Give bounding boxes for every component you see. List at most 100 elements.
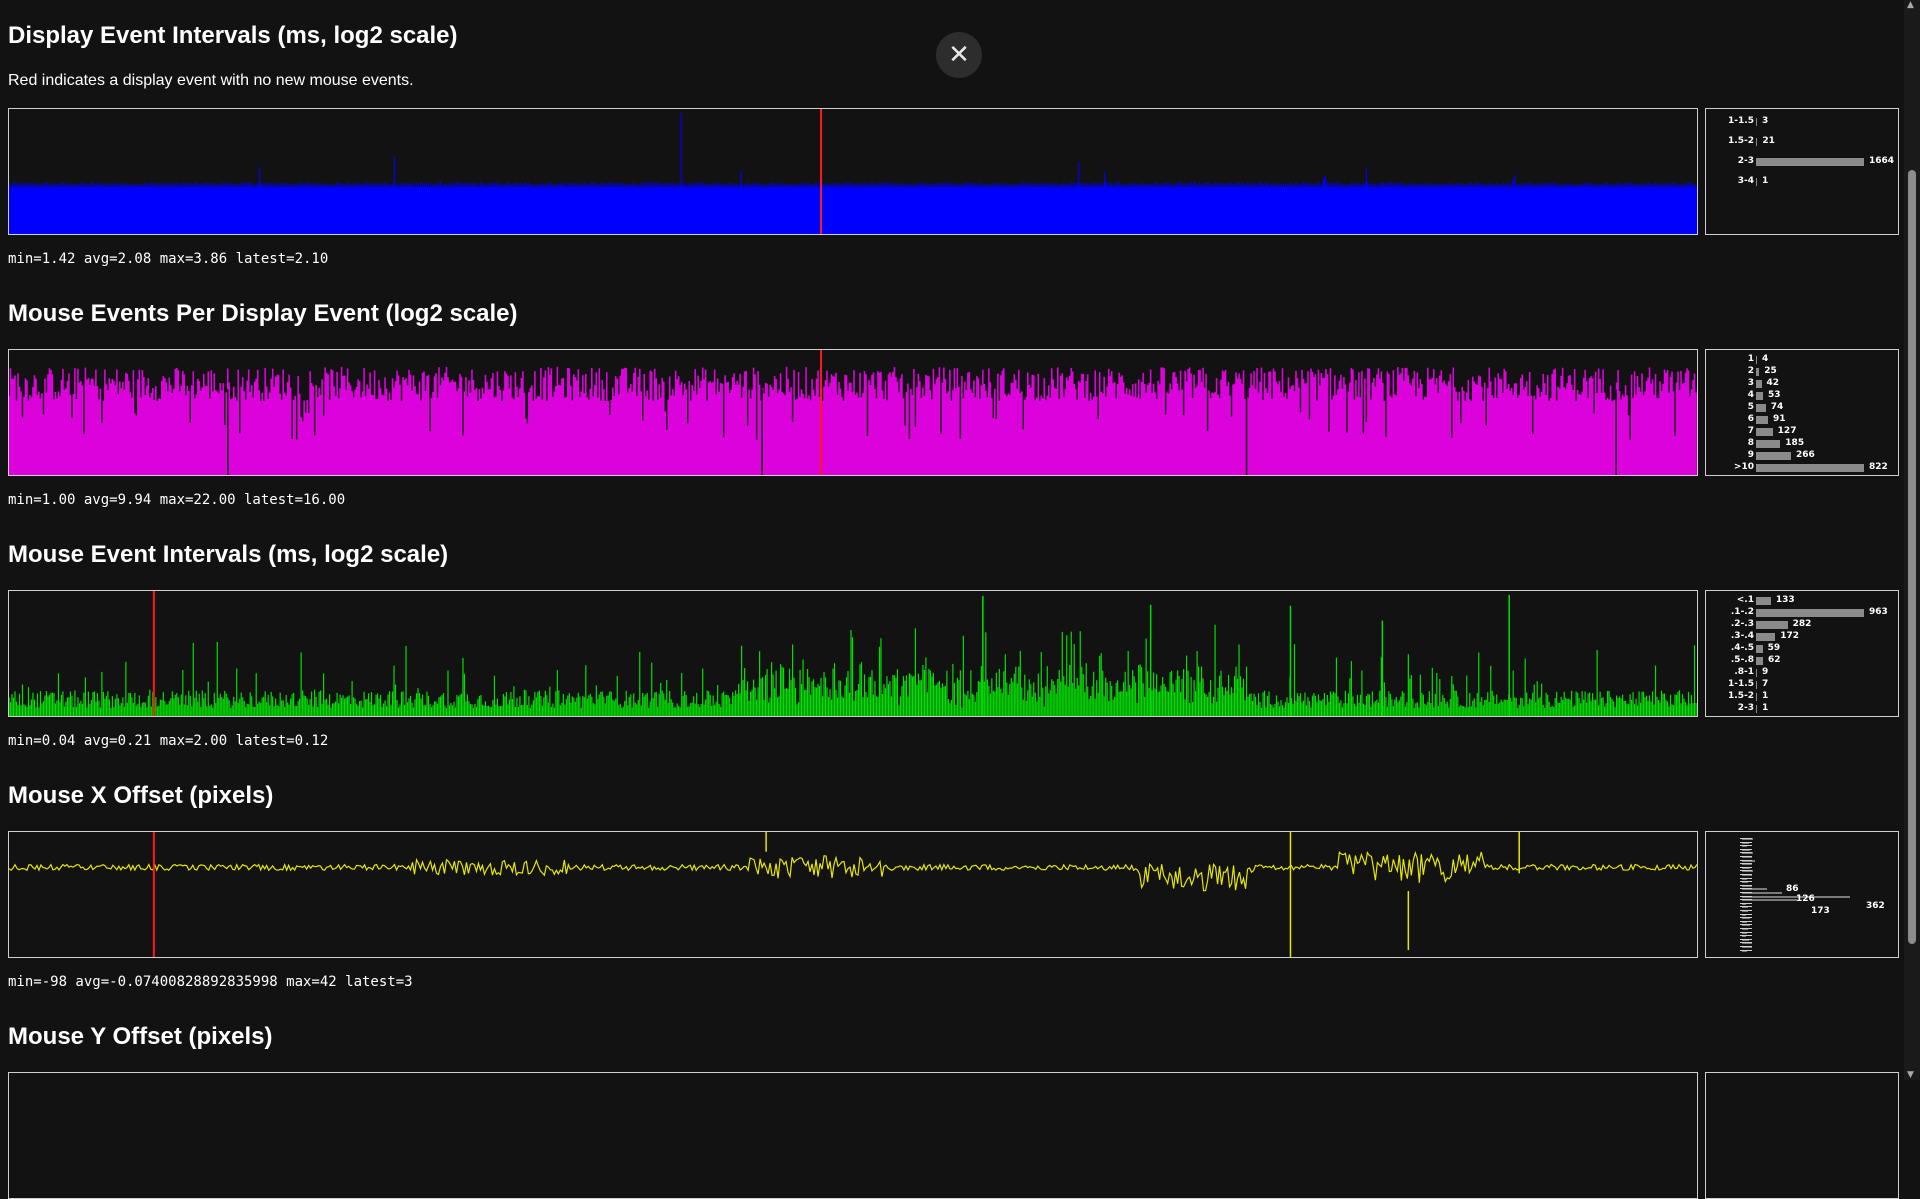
- histogram-row: 2-3 1664: [1706, 156, 1898, 167]
- mouse-event-bars: [9, 366, 1697, 475]
- scroll-down-arrow-icon[interactable]: ▼: [1907, 1070, 1914, 1080]
- histogram-count: 1: [1762, 176, 1769, 186]
- histogram-bar: [1756, 416, 1768, 424]
- histogram-bucket-label: .2-.3: [1730, 619, 1754, 629]
- histogram-row: 4 53: [1706, 390, 1898, 401]
- histogram-count: 1: [1762, 703, 1769, 713]
- histogram-bucket-label: .5-.8: [1730, 655, 1754, 665]
- histogram-bucket-label: 1-1.5: [1728, 116, 1754, 126]
- histogram-bucket-label: 1.5-2: [1728, 136, 1754, 146]
- histogram-row: 9 266: [1706, 450, 1898, 461]
- histogram-count: 282: [1792, 619, 1812, 629]
- histogram-bucket-label: 2-3: [1737, 156, 1754, 166]
- histogram-count: 266: [1795, 450, 1815, 460]
- histogram-row: 3-4 1: [1706, 176, 1898, 187]
- histogram-bar: [1756, 428, 1773, 436]
- mouse-y-offset-histogram: [1705, 1072, 1899, 1199]
- histogram-bar: [1756, 404, 1766, 412]
- histogram-count: 42: [1766, 378, 1780, 388]
- histogram-bar: [1756, 633, 1776, 641]
- histogram-count: 185: [1785, 438, 1805, 448]
- mouse-x-offset-graph: [8, 831, 1698, 958]
- mouse-events-per-display-graph: [8, 349, 1698, 476]
- histogram-row: 8 185: [1706, 438, 1898, 449]
- histogram-bucket-label: 5: [1747, 402, 1754, 412]
- histogram-bucket-label: 1: [1747, 354, 1754, 364]
- section-stats: min=1.42 avg=2.08 max=3.86 latest=2.10: [8, 251, 329, 267]
- section-stats: min=0.04 avg=0.21 max=2.00 latest=0.12: [8, 733, 329, 749]
- x-offset-line: [9, 850, 1697, 892]
- histogram-bucket-label: 7: [1747, 426, 1754, 436]
- histogram-row: 6 91: [1706, 414, 1898, 425]
- histogram-row: 1-1.5 7: [1706, 679, 1898, 690]
- histogram-bar: [1756, 597, 1771, 605]
- display-event-intervals-graph: [8, 108, 1698, 235]
- histogram-bar: [1756, 464, 1864, 472]
- histogram-row: 1-1.5 3: [1706, 116, 1898, 127]
- section-title: Mouse Y Offset (pixels): [8, 1023, 273, 1050]
- histogram-row: 1.5-2 1: [1706, 691, 1898, 702]
- histogram-row: .5-.8 62: [1706, 655, 1898, 666]
- histogram-bucket-label: 4: [1747, 390, 1754, 400]
- histogram-bar: [1756, 178, 1757, 186]
- histogram-bucket-label: 1.5-2: [1728, 691, 1754, 701]
- histogram-row: <.1 133: [1706, 595, 1898, 606]
- histogram-count: 1: [1762, 691, 1769, 701]
- histogram-row: .1-.2 963: [1706, 607, 1898, 618]
- histogram-bucket-label: >10: [1733, 462, 1754, 472]
- histogram-bucket-label: 2-3: [1737, 703, 1754, 713]
- histogram-row: .8-1 9: [1706, 667, 1898, 678]
- histogram-row: 1.5-2 21: [1706, 136, 1898, 147]
- histogram-bar: [1756, 158, 1864, 166]
- histogram-bar: [1756, 118, 1757, 126]
- histogram-count: 53: [1767, 390, 1781, 400]
- interval-bars: [9, 181, 1696, 187]
- histogram-count: 3: [1762, 116, 1769, 126]
- histogram-bar: [1756, 657, 1763, 665]
- display-event-intervals-histogram: 1-1.5 3 1.5-2 21 2-3 1664 3-4 1: [1705, 108, 1899, 235]
- histogram-count: 7: [1762, 679, 1769, 689]
- histogram-bar: [1756, 705, 1757, 713]
- histogram-count: 173: [1811, 906, 1830, 916]
- scroll-up-arrow-icon[interactable]: ▲: [1907, 0, 1914, 10]
- histogram-bucket-label: .3-.4: [1730, 631, 1754, 641]
- histogram-bar: [1756, 621, 1788, 629]
- histogram-bar: [1756, 356, 1757, 364]
- histogram-bucket-label: 6: [1747, 414, 1754, 424]
- histogram-count: 822: [1869, 462, 1888, 472]
- histogram-bar: [1756, 693, 1757, 701]
- section-stats: min=-98 avg=-0.07400828892835998 max=42 …: [8, 974, 413, 990]
- mouse-x-offset-histogram: 362 173 126 86: [1705, 831, 1899, 958]
- mouse-y-offset-graph: [8, 1072, 1698, 1199]
- histogram-bucket-label: .4-.5: [1730, 643, 1754, 653]
- histogram-row: >10 822: [1706, 462, 1898, 473]
- section-title: Display Event Intervals (ms, log2 scale): [8, 22, 458, 49]
- scrollbar[interactable]: ▲ ▼: [1904, 0, 1920, 1080]
- close-button[interactable]: ✕: [936, 32, 982, 78]
- mouse-events-per-display-histogram: 1 4 2 25 3 42 4 53 5 74 6 91 7 127 8 185 9 266 >10 822: [1705, 349, 1899, 476]
- histogram-row: .4-.5 59: [1706, 643, 1898, 654]
- histogram-count: 91: [1772, 414, 1786, 424]
- histogram-count: 126: [1796, 894, 1815, 904]
- histogram-bucket-label: 8: [1747, 438, 1754, 448]
- histogram-bucket-label: .8-1: [1734, 667, 1754, 677]
- section-title: Mouse Events Per Display Event (log2 sca…: [8, 300, 518, 327]
- histogram-bar: [1756, 669, 1757, 677]
- histogram-bar: [1756, 368, 1760, 376]
- histogram-bar: [1756, 609, 1864, 617]
- histogram-count: 362: [1866, 901, 1885, 911]
- histogram-row: 5 74: [1706, 402, 1898, 413]
- histogram-count: 74: [1770, 402, 1784, 412]
- section-stats: min=1.00 avg=9.94 max=22.00 latest=16.00: [8, 492, 346, 508]
- histogram-bucket-label: 2: [1747, 366, 1754, 376]
- scroll-thumb[interactable]: [1908, 170, 1916, 944]
- histogram-count: 59: [1767, 643, 1781, 653]
- close-icon: ✕: [948, 40, 970, 70]
- histogram-count: 1664: [1869, 156, 1895, 166]
- histogram-count: 9: [1762, 667, 1769, 677]
- mouse-event-intervals-graph: [8, 590, 1698, 717]
- histogram-count: 25: [1764, 366, 1777, 376]
- histogram-row: 14: [1706, 354, 1898, 365]
- histogram-count: 963: [1869, 607, 1888, 617]
- histogram-count: 172: [1780, 631, 1800, 641]
